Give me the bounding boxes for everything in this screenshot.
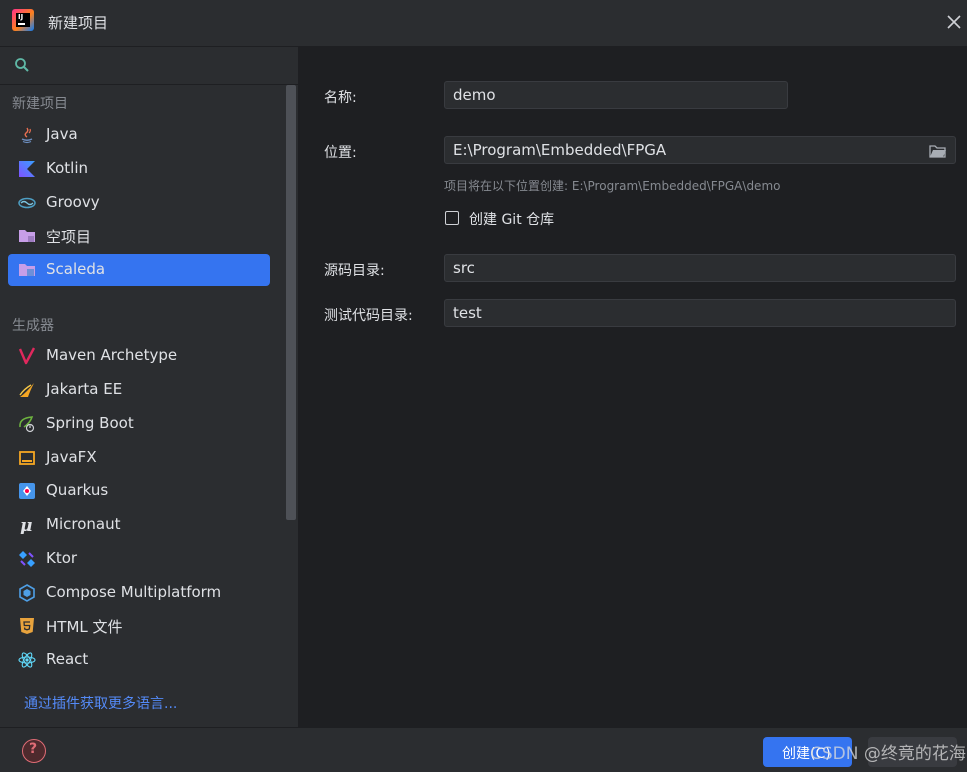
quarkus-icon (19, 483, 35, 499)
name-input[interactable] (444, 81, 788, 109)
sidebar-item-label: Maven Archetype (46, 346, 178, 364)
test-dir-input[interactable] (444, 299, 956, 327)
project-settings-form: 名称: 位置: 项目将在以下位置创建: E:\Program\Embedded\… (299, 47, 967, 727)
title-bar: 新建项目 (0, 0, 967, 47)
sidebar-item-empty-project[interactable]: 空项目 (8, 220, 270, 252)
sidebar-item-spring-boot[interactable]: Spring Boot (8, 408, 270, 440)
sidebar-item-label: Compose Multiplatform (46, 583, 222, 601)
compose-icon (19, 584, 35, 602)
help-button[interactable]: ? (22, 739, 46, 763)
sidebar-item-label: Scaleda (46, 260, 106, 278)
close-icon (947, 15, 961, 29)
sidebar-item-react[interactable]: React (8, 644, 270, 676)
sidebar-item-micronaut[interactable]: μ Micronaut (8, 509, 270, 541)
search-icon (15, 58, 29, 72)
javafx-icon (19, 451, 35, 465)
spring-boot-icon (19, 416, 35, 433)
location-input[interactable] (444, 136, 956, 164)
sidebar-item-kotlin[interactable]: Kotlin (8, 153, 270, 185)
sidebar-item-html[interactable]: HTML 文件 (8, 610, 270, 642)
ktor-icon (19, 551, 35, 567)
sidebar-item-label: JavaFX (46, 448, 97, 466)
test-dir-label: 测试代码目录: (324, 308, 413, 324)
sidebar-item-label: Java (46, 125, 78, 143)
create-git-repo-checkbox[interactable] (445, 211, 459, 225)
search-row (0, 47, 298, 85)
empty-project-icon (19, 230, 35, 242)
create-git-repo-label[interactable]: 创建 Git 仓库 (469, 209, 554, 229)
name-label: 名称: (324, 90, 357, 106)
jakarta-icon (19, 383, 34, 397)
location-label: 位置: (324, 145, 357, 161)
sidebar-item-label: Groovy (46, 193, 100, 211)
maven-icon (18, 347, 36, 365)
kotlin-icon (19, 161, 35, 177)
java-icon (21, 127, 33, 144)
sidebar-item-scaleda[interactable]: Scaleda (8, 254, 270, 286)
sidebar-item-maven-archetype[interactable]: Maven Archetype (8, 340, 270, 372)
sidebar: 新建项目 Java Kotlin Groovy 空项目 Scaleda 生成器 … (0, 47, 299, 727)
folder-browse-icon[interactable] (929, 144, 947, 158)
sidebar-item-label: Kotlin (46, 159, 88, 177)
sidebar-item-label: React (46, 650, 89, 668)
sidebar-item-jakarta-ee[interactable]: Jakarta EE (8, 374, 270, 406)
location-hint: 项目将在以下位置创建: E:\Program\Embedded\FPGA\dem… (444, 179, 781, 193)
search-input[interactable] (36, 53, 280, 79)
svg-text:μ: μ (20, 516, 32, 534)
scaleda-icon (19, 264, 35, 276)
sidebar-item-label: Quarkus (46, 481, 109, 499)
sidebar-item-label: HTML 文件 (46, 618, 123, 636)
html-icon (20, 618, 34, 634)
watermark: CSDN @终竟的花海 (810, 744, 966, 764)
sidebar-item-quarkus[interactable]: Quarkus (8, 475, 270, 507)
section-title-generators: 生成器 (12, 318, 54, 334)
micronaut-icon: μ (20, 516, 32, 534)
intellij-logo-icon (12, 9, 34, 31)
help-icon: ? (29, 741, 38, 757)
get-more-languages-link[interactable]: 通过插件获取更多语言... (24, 693, 177, 713)
groovy-icon (18, 197, 36, 209)
sidebar-item-javafx[interactable]: JavaFX (8, 442, 270, 474)
sidebar-item-label: Ktor (46, 549, 78, 567)
source-dir-input[interactable] (444, 254, 956, 282)
window-title: 新建项目 (48, 14, 109, 32)
sidebar-item-java[interactable]: Java (8, 119, 270, 151)
source-dir-label: 源码目录: (324, 263, 385, 279)
sidebar-item-compose-multiplatform[interactable]: Compose Multiplatform (8, 577, 270, 609)
sidebar-item-label: Jakarta EE (46, 380, 123, 398)
sidebar-item-label: Spring Boot (46, 414, 134, 432)
react-icon (18, 652, 36, 668)
section-title-new-project: 新建项目 (12, 96, 68, 112)
close-button[interactable] (943, 9, 965, 35)
sidebar-scrollbar[interactable] (286, 85, 296, 520)
sidebar-item-label: 空项目 (46, 228, 92, 246)
sidebar-item-groovy[interactable]: Groovy (8, 187, 270, 219)
sidebar-item-label: Micronaut (46, 515, 121, 533)
sidebar-item-ktor[interactable]: Ktor (8, 543, 270, 575)
